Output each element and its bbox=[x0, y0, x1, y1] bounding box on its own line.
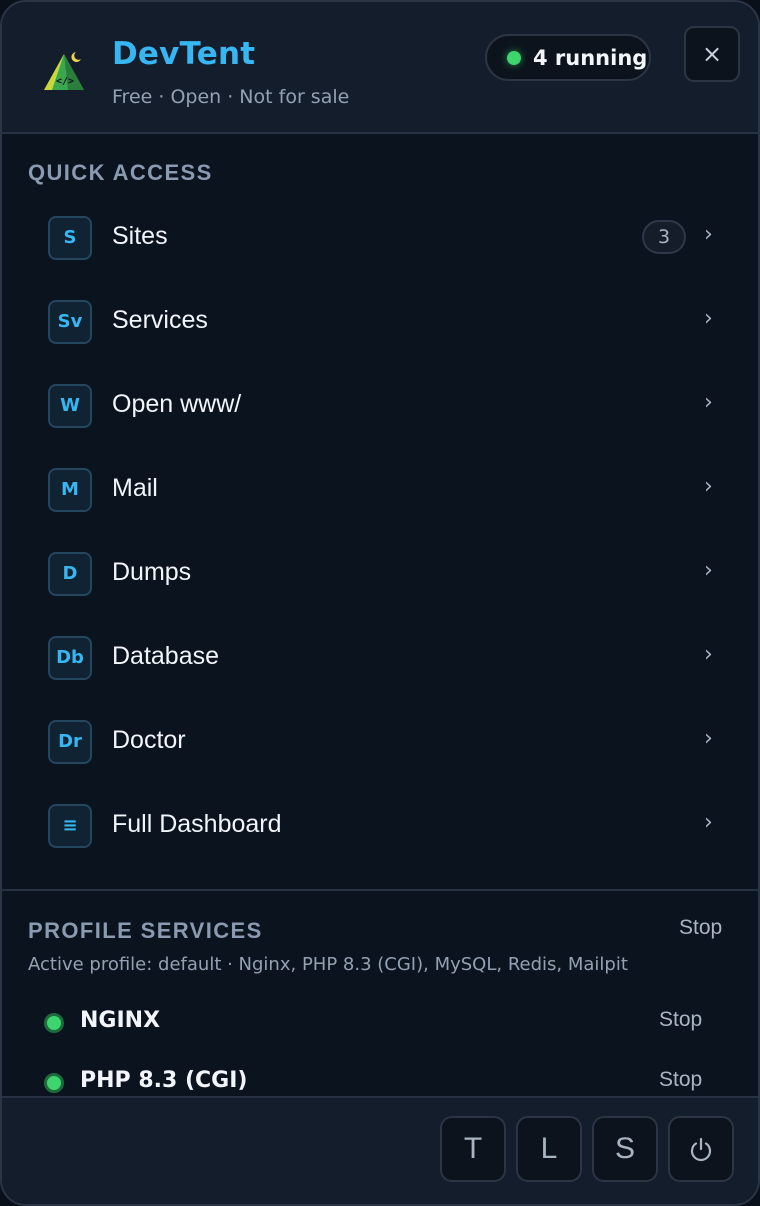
nav-item-sites[interactable]: S Sites 3 › bbox=[32, 196, 732, 280]
nav-item-doctor[interactable]: Dr Doctor › bbox=[32, 700, 732, 784]
nav-item-full-dashboard[interactable]: ≡ Full Dashboard › bbox=[32, 784, 732, 868]
nav-item-database[interactable]: Db Database › bbox=[32, 616, 732, 700]
chevron-right-icon: › bbox=[704, 306, 713, 331]
tent-logo-icon: </> bbox=[44, 52, 84, 90]
nav-item-label: Services bbox=[112, 306, 208, 334]
sites-badge-icon: S bbox=[48, 216, 92, 260]
chevron-right-icon: › bbox=[704, 642, 713, 667]
logs-button[interactable]: L bbox=[516, 1116, 582, 1182]
chevron-right-icon: › bbox=[704, 222, 713, 247]
close-button[interactable]: × bbox=[684, 26, 740, 82]
stop-service-button[interactable]: Stop bbox=[659, 1068, 702, 1092]
mail-badge-icon: M bbox=[48, 468, 92, 512]
nav-item-dumps[interactable]: D Dumps › bbox=[32, 532, 732, 616]
chevron-right-icon: › bbox=[704, 474, 713, 499]
nav-item-label: Database bbox=[112, 642, 220, 670]
svg-text:</>: </> bbox=[56, 76, 74, 87]
nav-item-label: Open www/ bbox=[112, 390, 242, 418]
service-name: NGINX bbox=[80, 1008, 161, 1033]
menu-badge-icon: ≡ bbox=[48, 804, 92, 848]
power-button[interactable] bbox=[668, 1116, 734, 1182]
devtent-window: </> DevTent Free · Open · Not for sale 4… bbox=[0, 0, 760, 1206]
dumps-badge-icon: D bbox=[48, 552, 92, 596]
database-badge-icon: Db bbox=[48, 636, 92, 680]
chevron-right-icon: › bbox=[704, 810, 713, 835]
terminal-button[interactable]: T bbox=[440, 1116, 506, 1182]
chevron-right-icon: › bbox=[704, 558, 713, 583]
running-status-icon bbox=[44, 1073, 64, 1093]
nav-item-label: Dumps bbox=[112, 558, 192, 586]
doctor-badge-icon: Dr bbox=[48, 720, 92, 764]
www-badge-icon: W bbox=[48, 384, 92, 428]
header: </> DevTent Free · Open · Not for sale 4… bbox=[2, 2, 758, 134]
profile-services-heading: PROFILE SERVICES bbox=[28, 918, 263, 943]
nav-item-open-www[interactable]: W Open www/ › bbox=[32, 364, 732, 448]
service-row-nginx: NGINX Stop bbox=[32, 1002, 712, 1042]
nav-item-label: Doctor bbox=[112, 726, 186, 754]
app-title: DevTent bbox=[112, 36, 256, 72]
settings-button[interactable]: S bbox=[592, 1116, 658, 1182]
nav-item-mail[interactable]: M Mail › bbox=[32, 448, 732, 532]
services-badge-icon: Sv bbox=[48, 300, 92, 344]
running-count: 4 running bbox=[533, 46, 648, 70]
app-subtitle: Free · Open · Not for sale bbox=[112, 86, 350, 108]
stop-service-button[interactable]: Stop bbox=[659, 1008, 702, 1032]
chevron-right-icon: › bbox=[704, 390, 713, 415]
chevron-right-icon: › bbox=[704, 726, 713, 751]
nav-item-label: Full Dashboard bbox=[112, 810, 282, 838]
stop-profile-button[interactable]: Stop bbox=[679, 916, 722, 940]
service-name: PHP 8.3 (CGI) bbox=[80, 1068, 248, 1093]
power-icon bbox=[690, 1137, 712, 1162]
status-dot-icon bbox=[507, 51, 521, 65]
footer-toolbar: T L S bbox=[2, 1096, 758, 1204]
section-divider bbox=[2, 889, 758, 891]
nav-item-label: Mail bbox=[112, 474, 158, 502]
active-profile-description: Active profile: default · Nginx, PHP 8.3… bbox=[28, 954, 628, 975]
sites-count-badge: 3 bbox=[642, 220, 686, 254]
quick-access-heading: QUICK ACCESS bbox=[28, 160, 213, 185]
running-status-icon bbox=[44, 1013, 64, 1033]
running-status-badge[interactable]: 4 running bbox=[485, 34, 651, 81]
nav-item-label: Sites bbox=[112, 222, 168, 250]
nav-item-services[interactable]: Sv Services › bbox=[32, 280, 732, 364]
